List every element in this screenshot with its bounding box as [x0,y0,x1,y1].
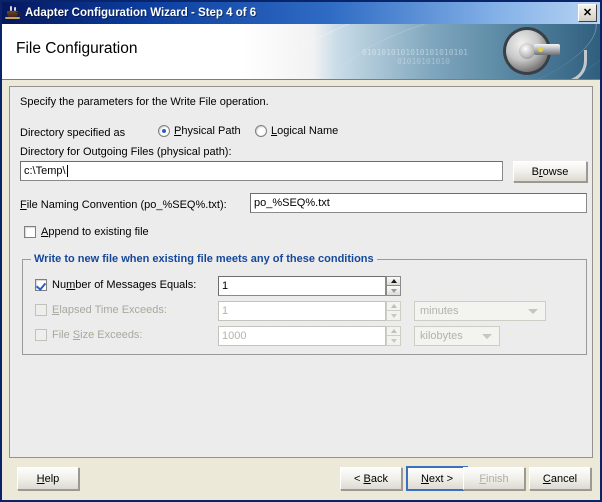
elapsed-time-value: 1 [222,305,229,317]
directory-field-label: Directory for Outgoing Files (physical p… [20,146,232,158]
radio-logical-name-indicator [255,125,267,137]
number-of-messages-checkbox-box [35,279,47,291]
help-button-label: Help [36,472,60,485]
help-button[interactable]: Help [17,467,79,490]
header-banner: File Configuration 010101010101010101010… [2,24,600,80]
page-title: File Configuration [16,40,138,57]
chevron-down-icon [390,313,397,318]
chevron-down-icon [528,308,538,314]
finish-button-label: Finish [479,472,509,485]
elapsed-time-stepper-down[interactable] [386,311,401,321]
banner-binary-text-2: 01010101010 [397,57,450,66]
radio-physical-path-label: Physical Path [174,125,241,137]
elapsed-time-unit-value: minutes [420,305,459,317]
cancel-button-label: Cancel [542,472,578,485]
append-to-existing-file-checkbox[interactable]: Append to existing file [24,226,149,238]
file-size-value: 1000 [222,330,247,342]
file-size-checkbox[interactable]: File Size Exceeds: [35,329,143,341]
elapsed-time-stepper[interactable] [386,301,401,321]
directory-input[interactable]: c:\Temp\ [20,161,503,181]
file-naming-convention-label: File Naming Convention (po_%SEQ%.txt): [20,199,227,211]
text-caret [66,165,68,177]
append-checkbox-box [24,226,36,238]
file-size-unit-value: kilobytes [420,330,463,342]
file-size-unit-select[interactable]: kilobytes [414,326,500,346]
append-checkbox-label: Append to existing file [41,226,149,238]
finish-button: Finish [463,467,525,490]
browse-button[interactable]: Browse [513,161,587,182]
file-naming-convention-input[interactable]: po_%SEQ%.txt [250,193,587,213]
file-size-stepper[interactable] [386,326,401,346]
java-coffee-cup-icon [5,5,21,21]
cancel-button[interactable]: Cancel [529,467,591,490]
directory-specified-as-label: Directory specified as [20,127,126,139]
radio-physical-path[interactable]: Physical Path [158,125,241,137]
chevron-down-icon [390,338,397,343]
close-icon-glyph: ✕ [582,6,593,19]
chevron-down-icon [390,288,397,293]
radio-physical-path-indicator [158,125,170,137]
file-naming-convention-value: po_%SEQ%.txt [254,197,330,209]
radio-logical-name[interactable]: Logical Name [255,125,338,137]
file-size-stepper-up[interactable] [386,326,401,336]
elapsed-time-checkbox-box [35,304,47,316]
number-of-messages-label: Number of Messages Equals: [52,279,197,291]
main-content-panel: Specify the parameters for the Write Fil… [9,86,593,458]
gear-cable-icon [504,28,587,79]
chevron-up-icon [390,304,397,308]
file-size-stepper-down[interactable] [386,336,401,346]
footer-button-bar: Help < Back Next > Finish Cancel [2,458,600,498]
number-of-messages-checkbox[interactable]: Number of Messages Equals: [35,279,196,291]
file-size-checkbox-box [35,329,47,341]
adapter-configuration-wizard-window: Adapter Configuration Wizard - Step 4 of… [0,0,602,502]
elapsed-time-input[interactable]: 1 [218,301,386,321]
instruction-text: Specify the parameters for the Write Fil… [20,96,269,108]
chevron-down-icon [482,333,492,339]
elapsed-time-checkbox[interactable]: Elapsed Time Exceeds: [35,304,167,316]
elapsed-time-label: Elapsed Time Exceeds: [52,304,167,316]
title-bar: Adapter Configuration Wizard - Step 4 of… [2,2,600,24]
directory-input-value: c:\Temp\ [24,165,66,177]
window-title: Adapter Configuration Wizard - Step 4 of… [25,7,257,19]
chevron-up-icon [390,329,397,333]
write-conditions-group: Write to new file when existing file mee… [22,253,587,355]
chevron-up-icon [390,279,397,283]
close-icon[interactable]: ✕ [578,4,597,22]
elapsed-time-unit-select[interactable]: minutes [414,301,546,321]
elapsed-time-stepper-up[interactable] [386,301,401,311]
file-size-label: File Size Exceeds: [52,329,143,341]
number-of-messages-value: 1 [222,280,229,292]
file-size-input[interactable]: 1000 [218,326,386,346]
next-button[interactable]: Next > [406,466,468,491]
radio-logical-name-label: Logical Name [271,125,339,137]
number-of-messages-stepper-down[interactable] [386,286,401,296]
write-conditions-group-title: Write to new file when existing file mee… [31,253,377,265]
number-of-messages-stepper[interactable] [386,276,401,296]
back-button[interactable]: < Back [340,467,402,490]
number-of-messages-stepper-up[interactable] [386,276,401,286]
browse-button-label: Browse [531,165,569,178]
banner-binary-text-1: 0101010101010101010101 [362,48,468,57]
next-button-label: Next > [420,472,454,485]
back-button-label: < Back [354,472,388,485]
number-of-messages-input[interactable]: 1 [218,276,386,296]
